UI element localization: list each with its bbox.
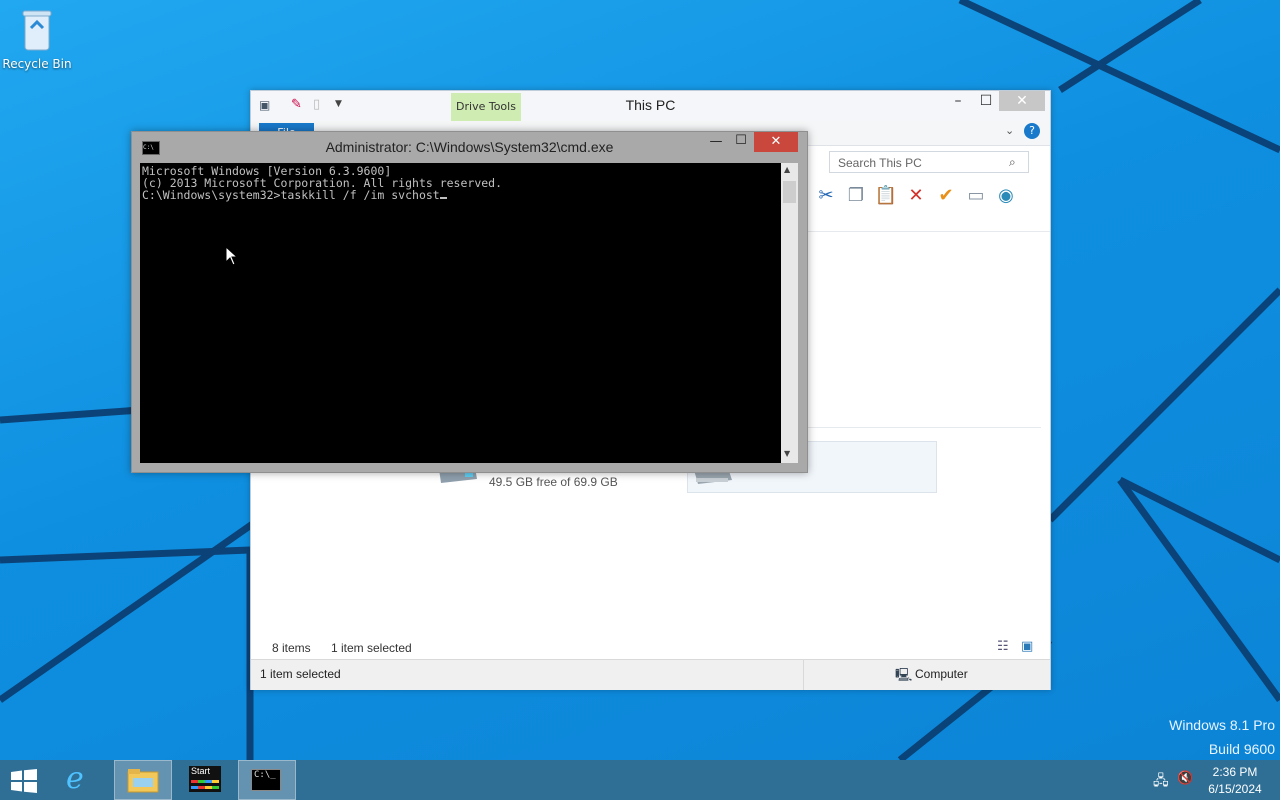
- os-edition-text: Windows 8.1 Pro: [1169, 717, 1275, 733]
- details-view-icon[interactable]: ☷: [997, 639, 1009, 654]
- network-icon[interactable]: 🖧: [1153, 770, 1169, 794]
- internet-explorer-taskbar[interactable]: e: [52, 760, 110, 800]
- drive-free-space-text: 49.5 GB free of 69.9 GB: [489, 475, 618, 489]
- start-app-icon: Start: [189, 766, 221, 792]
- explorer-minimize-button[interactable]: –: [945, 91, 971, 111]
- explorer-close-button[interactable]: ✕: [999, 91, 1045, 111]
- rename-icon[interactable]: ✔: [931, 183, 961, 209]
- statusbar-divider: [803, 660, 804, 690]
- start-button[interactable]: [0, 760, 58, 800]
- text-cursor: [439, 197, 447, 199]
- copy-icon[interactable]: ❐: [841, 183, 871, 209]
- cmd-vertical-scrollbar[interactable]: ▲ ▼: [781, 163, 798, 463]
- explorer-title: This PC: [625, 97, 676, 113]
- recycle-bin-shortcut[interactable]: Recycle Bin: [2, 6, 72, 71]
- tile-color-strip: [191, 780, 219, 783]
- tile-color-strip: [191, 786, 219, 789]
- cmd-taskbar[interactable]: C:\_: [238, 760, 296, 800]
- properties-toolbar-icon[interactable]: ▭: [961, 183, 991, 209]
- internet-explorer-icon: e: [66, 761, 84, 796]
- cmd-taskbar-icon: C:\_: [251, 769, 281, 791]
- paste-icon[interactable]: 📋: [871, 183, 901, 209]
- clock-time[interactable]: 2:36 PM: [1200, 765, 1270, 779]
- explorer-toolbar: ✂ ❐ 📋 ✕ ✔ ▭ ◉: [811, 183, 1047, 213]
- cmd-minimize-button[interactable]: —: [705, 134, 727, 149]
- console-command-line: C:\Windows\system32>taskkill /f /im svch…: [142, 189, 779, 201]
- computer-icon: 🖳: [895, 667, 913, 682]
- os-build-text: Build 9600: [1208, 741, 1275, 757]
- recycle-bin-label: Recycle Bin: [2, 57, 72, 71]
- item-count-text: 8 items: [272, 641, 311, 655]
- file-explorer-taskbar[interactable]: [114, 760, 172, 800]
- recycle-bin-icon: [22, 10, 52, 51]
- selected-count-text: 1 item selected: [331, 641, 412, 655]
- open-icon[interactable]: ◉: [991, 183, 1021, 209]
- search-box[interactable]: Search This PC: [829, 151, 1029, 173]
- start-app-taskbar[interactable]: Start: [176, 760, 234, 800]
- folder-icon: [127, 769, 159, 793]
- content-divider: [807, 427, 1041, 428]
- cmd-console-output[interactable]: Microsoft Windows [Version 6.3.9600] (c)…: [140, 163, 781, 463]
- delete-icon[interactable]: ✕: [901, 183, 931, 209]
- scroll-down-arrow[interactable]: ▼: [784, 449, 790, 458]
- search-icon[interactable]: ⌕: [1009, 155, 1016, 170]
- scroll-up-arrow[interactable]: ▲: [784, 165, 790, 174]
- cut-icon[interactable]: ✂: [811, 183, 841, 209]
- mouse-pointer-icon: [225, 246, 239, 266]
- cmd-window[interactable]: C:\ Administrator: C:\Windows\System32\c…: [131, 131, 808, 473]
- large-icons-view-icon[interactable]: ▣: [1021, 639, 1033, 654]
- status-selected-text: 1 item selected: [260, 667, 341, 681]
- explorer-statusbar: 1 item selected 🖳 Computer: [251, 659, 1050, 690]
- cmd-close-button[interactable]: ✕: [754, 132, 798, 152]
- help-icon[interactable]: ?: [1024, 123, 1040, 139]
- explorer-maximize-button[interactable]: ☐: [973, 91, 999, 111]
- clock-date[interactable]: 6/15/2024: [1200, 782, 1270, 796]
- cmd-maximize-button[interactable]: ☐: [730, 133, 752, 148]
- volume-muted-icon[interactable]: 🔇: [1177, 771, 1193, 786]
- start-app-label: Start: [191, 766, 211, 776]
- status-location-text: Computer: [915, 667, 968, 681]
- explorer-titlebar[interactable]: ▣ ✎ ▯ ▼ Drive Tools This PC – ☐ ✕: [251, 91, 1050, 121]
- taskbar: e Start C:\_ 🖧 🔇 2:36 PM 6/15/2024: [0, 760, 1280, 800]
- scroll-thumb[interactable]: [783, 181, 796, 203]
- expand-ribbon-icon[interactable]: ⌄: [1005, 124, 1014, 137]
- windows-logo-icon: [11, 769, 37, 793]
- console-prompt-text: C:\Windows\system32>taskkill /f /im svch…: [142, 188, 440, 202]
